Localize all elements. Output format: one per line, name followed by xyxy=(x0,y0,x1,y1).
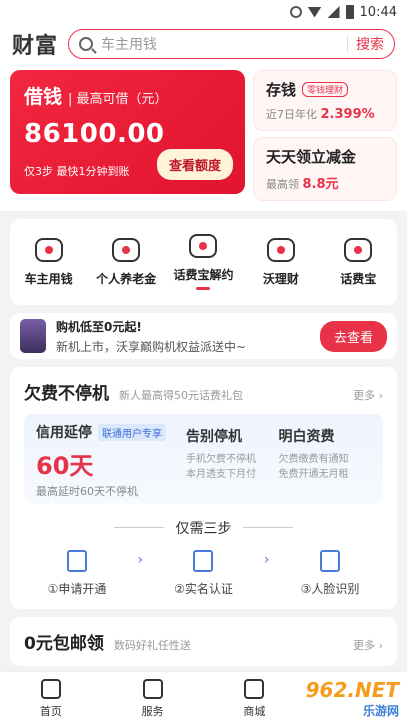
steps-row: ①申请开通 › ②实名认证 › ③人脸识别 xyxy=(24,550,383,597)
step-face: ③人脸识别 xyxy=(285,550,375,597)
promo-view-button[interactable]: 去查看 xyxy=(319,320,387,352)
phonebill-icon xyxy=(344,237,373,262)
id-card-icon xyxy=(193,550,214,572)
home-icon xyxy=(40,678,61,699)
cashback-title: 天天领立减金 xyxy=(266,148,357,166)
bag-icon xyxy=(244,678,265,699)
shortcut-phonebill[interactable]: 话费宝 xyxy=(322,237,394,287)
stop-title: 告别停机 xyxy=(186,429,242,445)
shortcut-car-loan[interactable]: 车主用钱 xyxy=(13,237,85,287)
promo-banner[interactable]: 购机低至0元起! 新机上市，沃享巅购机权益派送中~ 去查看 xyxy=(10,313,397,359)
free-mail-title: 0元包邮领 xyxy=(24,634,104,654)
credit-caption: 最高延时60天不停机 xyxy=(36,485,138,498)
shortcut-pension[interactable]: 个人养老金 xyxy=(90,237,162,287)
shortcut-row: 车主用钱 个人养老金 话费宝解约 沃理财 话费宝 xyxy=(10,219,397,305)
arrears-subtitle: 新人最高得50元话费礼包 xyxy=(119,389,243,402)
stop-line-1: 手机欠费不停机 xyxy=(186,454,256,465)
status-time: 10:44 xyxy=(359,4,397,20)
tab-services[interactable]: 服务 xyxy=(123,678,183,719)
free-mail-card: 0元包邮领 数码好礼任性送 更多 › xyxy=(10,617,397,666)
search-divider xyxy=(347,36,348,52)
clear-line-1: 欠费缴费有通知 xyxy=(278,454,349,465)
loan-amount: 86100.00 xyxy=(24,119,165,149)
credit-badge: 联通用户专享 xyxy=(98,423,166,441)
free-mail-subtitle: 数码好礼任性送 xyxy=(113,639,191,652)
search-input[interactable]: 车主用钱 xyxy=(101,34,339,54)
phonebill-icon xyxy=(189,234,218,258)
grid-icon xyxy=(142,678,163,699)
cashback-amount: 8.8元 xyxy=(302,177,339,192)
phone-image xyxy=(20,319,46,353)
chevron-right-icon: › xyxy=(137,552,144,568)
arrears-more-link[interactable]: 更多 › xyxy=(353,387,383,403)
pension-icon xyxy=(112,237,141,262)
search-bar[interactable]: 车主用钱 搜索 xyxy=(68,29,395,59)
arrears-panel[interactable]: 信用延停 联通用户专享 60天 最高延时60天不停机 告别停机 手机欠费不停机 … xyxy=(24,414,383,504)
header: 财富 车主用钱 搜索 xyxy=(0,24,407,64)
savings-card[interactable]: 存钱 零钱理财 近7日年化 2.399% xyxy=(253,70,397,131)
wealth-icon xyxy=(266,237,295,262)
credit-title: 信用延停 xyxy=(36,425,92,441)
promo-subtitle: 新机上市，沃享巅购机权益派送中~ xyxy=(56,339,247,354)
notification-icon xyxy=(289,6,302,18)
savings-rate: 2.399% xyxy=(320,107,375,122)
shortcut-phonebill-cancel[interactable]: 话费宝解约 xyxy=(167,234,239,290)
page-title: 财富 xyxy=(12,34,59,59)
promo-title: 购机低至0元起! xyxy=(56,319,142,334)
step-apply: ①申请开通 xyxy=(32,550,122,597)
cashback-card[interactable]: 天天领立减金 最高领 8.8元 xyxy=(253,137,397,201)
free-mail-more-link[interactable]: 更多 › xyxy=(353,637,383,653)
tab-mall[interactable]: 商城 xyxy=(224,678,284,719)
battery-icon xyxy=(345,5,354,19)
search-icon xyxy=(79,37,94,51)
loan-sub: | 最高可借（元） xyxy=(68,92,168,107)
step-verify: ②实名认证 xyxy=(158,550,248,597)
car-icon xyxy=(34,237,63,262)
loan-label: 借钱 xyxy=(24,86,63,108)
stop-line-2: 本月透支下月付 xyxy=(186,469,256,480)
face-scan-icon xyxy=(319,550,340,572)
clear-title: 明白资费 xyxy=(278,429,335,445)
credit-days: 60天 xyxy=(36,452,94,480)
cashback-desc: 最高领 xyxy=(266,178,299,191)
savings-title: 存钱 xyxy=(266,81,297,99)
clear-line-2: 免费开通无月租 xyxy=(278,469,349,480)
status-bar: 10:44 xyxy=(0,0,407,24)
savings-desc: 近7日年化 xyxy=(266,108,317,121)
chevron-right-icon: › xyxy=(263,552,270,568)
hero-section: 借钱 | 最高可借（元） 86100.00 仅3步 最快1分钟到账 查看额度 存… xyxy=(0,64,407,211)
loan-card[interactable]: 借钱 | 最高可借（元） 86100.00 仅3步 最快1分钟到账 查看额度 xyxy=(10,70,245,194)
arrears-title: 欠费不停机 xyxy=(24,384,109,404)
wifi-icon xyxy=(307,6,322,18)
tab-home[interactable]: 首页 xyxy=(21,678,81,719)
check-limit-button[interactable]: 查看额度 xyxy=(156,149,233,180)
watermark-logo: 962.NET 乐游网 xyxy=(305,678,399,718)
arrears-card: 欠费不停机 新人最高得50元话费礼包 更多 › 信用延停 联通用户专享 60天 … xyxy=(10,367,397,609)
savings-tag: 零钱理财 xyxy=(302,82,349,97)
search-button[interactable]: 搜索 xyxy=(356,34,390,54)
document-icon xyxy=(67,550,87,572)
steps-title: 仅需三步 xyxy=(24,518,383,538)
shortcut-wealth[interactable]: 沃理财 xyxy=(245,237,317,287)
signal-icon xyxy=(327,6,340,18)
